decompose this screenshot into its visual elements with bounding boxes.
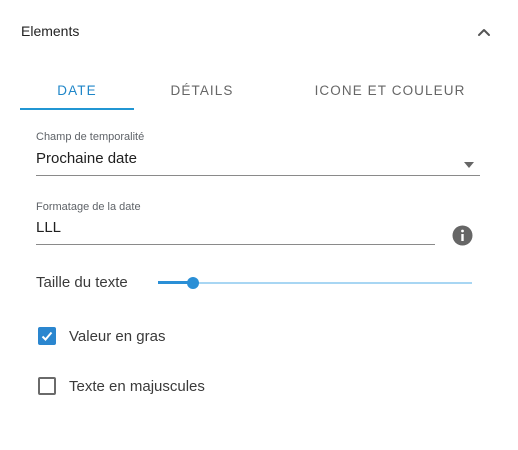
bold-value-checkbox-row[interactable]: Valeur en gras — [38, 327, 165, 345]
slider-rail — [158, 282, 472, 284]
bold-value-label: Valeur en gras — [69, 327, 166, 345]
active-tab-indicator — [20, 108, 134, 110]
tab-details[interactable]: DÉTAILS — [146, 70, 258, 110]
temporal-field-label: Champ de temporalité — [36, 131, 145, 143]
date-format-input[interactable]: LLL — [36, 219, 61, 236]
checkmark-icon — [41, 331, 53, 341]
text-size-label: Taille du texte — [36, 274, 128, 291]
temporal-field-value[interactable]: Prochaine date — [36, 150, 137, 167]
tab-date[interactable]: DATE — [20, 70, 134, 110]
panel-header[interactable]: Elements — [0, 0, 518, 62]
uppercase-text-checkbox[interactable] — [38, 377, 56, 395]
tab-icone-et-couleur[interactable]: ICONE ET COULEUR — [288, 70, 492, 110]
tab-bar: DATE DÉTAILS ICONE ET COULEUR — [20, 70, 498, 112]
temporal-field-underline — [36, 175, 480, 176]
chevron-up-icon[interactable] — [474, 22, 494, 42]
info-icon[interactable] — [452, 225, 473, 246]
uppercase-text-checkbox-row[interactable]: Texte en majuscules — [38, 377, 205, 395]
bold-value-checkbox[interactable] — [38, 327, 56, 345]
date-format-label: Formatage de la date — [36, 201, 141, 213]
text-size-slider[interactable] — [158, 276, 472, 290]
uppercase-text-label: Texte en majuscules — [69, 377, 205, 395]
panel-title: Elements — [21, 23, 80, 39]
date-format-underline — [36, 244, 435, 245]
slider-thumb[interactable] — [186, 277, 199, 289]
caret-down-icon[interactable] — [463, 156, 475, 168]
